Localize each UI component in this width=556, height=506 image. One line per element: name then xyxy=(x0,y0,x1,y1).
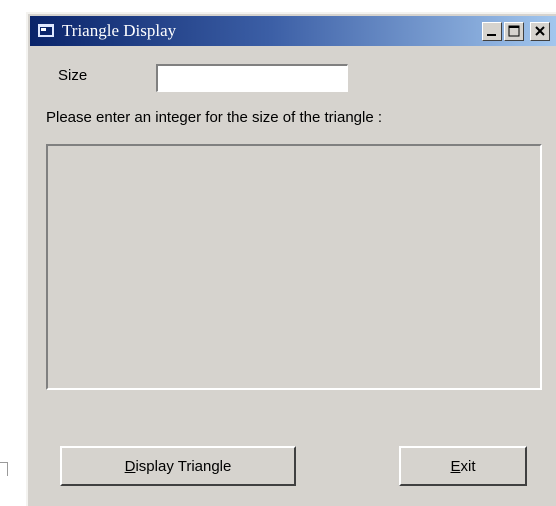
triangle-display-window: Triangle Display Size Please enter an in… xyxy=(26,12,556,506)
maximize-icon xyxy=(508,25,520,37)
background-corner-mark xyxy=(0,462,8,476)
minimize-icon xyxy=(487,34,496,36)
instruction-label: Please enter an integer for the size of … xyxy=(46,109,383,126)
close-icon xyxy=(535,26,545,36)
exit-label-rest: xit xyxy=(460,457,476,475)
size-input[interactable] xyxy=(156,64,348,92)
exit-button[interactable]: Exit xyxy=(399,446,527,486)
title-bar[interactable]: Triangle Display xyxy=(30,16,556,46)
display-triangle-button[interactable]: Display Triangle xyxy=(60,446,296,486)
display-mnemonic: D xyxy=(124,457,136,475)
app-icon xyxy=(38,24,54,37)
exit-mnemonic: E xyxy=(450,457,461,475)
close-button[interactable] xyxy=(530,22,550,41)
minimize-button[interactable] xyxy=(482,22,502,41)
size-label: Size xyxy=(58,67,88,84)
display-label-rest: isplay Triangle xyxy=(135,457,232,475)
triangle-output-area[interactable] xyxy=(46,144,542,390)
window-title: Triangle Display xyxy=(62,21,177,40)
maximize-button[interactable] xyxy=(504,22,524,41)
